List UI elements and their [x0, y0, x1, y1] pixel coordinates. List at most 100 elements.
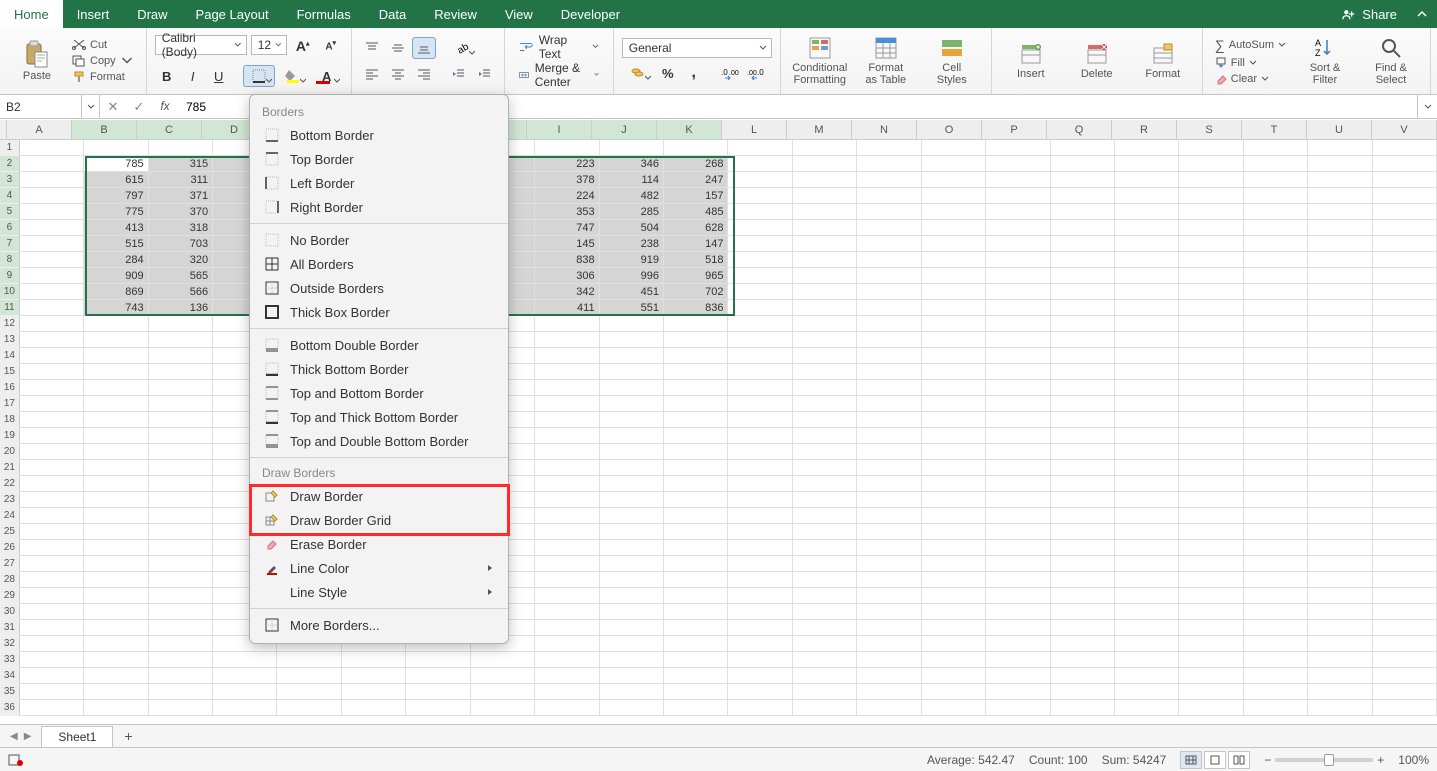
- cell-R34[interactable]: [1115, 668, 1179, 684]
- cell-D36[interactable]: [213, 700, 277, 716]
- cell-L33[interactable]: [728, 652, 792, 668]
- cell-A10[interactable]: [20, 284, 84, 300]
- cell-S27[interactable]: [1179, 556, 1243, 572]
- cell-C34[interactable]: [149, 668, 213, 684]
- find-select-button[interactable]: Find & Select: [1360, 36, 1422, 86]
- cell-U23[interactable]: [1308, 492, 1372, 508]
- cell-N7[interactable]: [857, 236, 921, 252]
- cell-I12[interactable]: [535, 316, 599, 332]
- cell-A27[interactable]: [20, 556, 84, 572]
- cell-G35[interactable]: [406, 684, 470, 700]
- cell-R13[interactable]: [1115, 332, 1179, 348]
- cell-C18[interactable]: [149, 412, 213, 428]
- cell-A2[interactable]: [20, 156, 84, 172]
- cell-N24[interactable]: [857, 508, 921, 524]
- cell-L23[interactable]: [728, 492, 792, 508]
- cell-V14[interactable]: [1373, 348, 1437, 364]
- cell-M30[interactable]: [793, 604, 857, 620]
- cell-L1[interactable]: [728, 140, 792, 156]
- cell-V19[interactable]: [1373, 428, 1437, 444]
- cell-R16[interactable]: [1115, 380, 1179, 396]
- cell-A7[interactable]: [20, 236, 84, 252]
- cell-R28[interactable]: [1115, 572, 1179, 588]
- cell-R25[interactable]: [1115, 524, 1179, 540]
- cell-T10[interactable]: [1244, 284, 1308, 300]
- cell-L13[interactable]: [728, 332, 792, 348]
- cell-M33[interactable]: [793, 652, 857, 668]
- row-header-26[interactable]: 26: [0, 540, 20, 556]
- cell-Q10[interactable]: [1051, 284, 1115, 300]
- cell-Q9[interactable]: [1051, 268, 1115, 284]
- column-header-O[interactable]: O: [917, 120, 982, 139]
- cell-V10[interactable]: [1373, 284, 1437, 300]
- cell-N29[interactable]: [857, 588, 921, 604]
- cell-M27[interactable]: [793, 556, 857, 572]
- cell-K36[interactable]: [664, 700, 728, 716]
- cell-T14[interactable]: [1244, 348, 1308, 364]
- cell-P16[interactable]: [986, 380, 1050, 396]
- cell-C4[interactable]: 371: [149, 188, 213, 204]
- cell-V33[interactable]: [1373, 652, 1437, 668]
- cell-I1[interactable]: [535, 140, 599, 156]
- cell-N13[interactable]: [857, 332, 921, 348]
- cell-Q15[interactable]: [1051, 364, 1115, 380]
- cell-P17[interactable]: [986, 396, 1050, 412]
- cell-J5[interactable]: 285: [600, 204, 664, 220]
- cell-V17[interactable]: [1373, 396, 1437, 412]
- cell-N3[interactable]: [857, 172, 921, 188]
- cell-K34[interactable]: [664, 668, 728, 684]
- cell-P14[interactable]: [986, 348, 1050, 364]
- cell-U33[interactable]: [1308, 652, 1372, 668]
- cell-A4[interactable]: [20, 188, 84, 204]
- cell-H35[interactable]: [471, 684, 535, 700]
- cell-O11[interactable]: [922, 300, 986, 316]
- row-header-36[interactable]: 36: [0, 700, 20, 716]
- cell-P28[interactable]: [986, 572, 1050, 588]
- cell-I10[interactable]: 342: [535, 284, 599, 300]
- cell-B20[interactable]: [84, 444, 148, 460]
- cell-K1[interactable]: [664, 140, 728, 156]
- cell-L30[interactable]: [728, 604, 792, 620]
- cell-S23[interactable]: [1179, 492, 1243, 508]
- cell-N26[interactable]: [857, 540, 921, 556]
- cell-T30[interactable]: [1244, 604, 1308, 620]
- format-as-table-button[interactable]: Format as Table: [855, 36, 917, 86]
- row-header-12[interactable]: 12: [0, 316, 20, 332]
- cell-J34[interactable]: [600, 668, 664, 684]
- cell-B28[interactable]: [84, 572, 148, 588]
- cell-N34[interactable]: [857, 668, 921, 684]
- cell-R4[interactable]: [1115, 188, 1179, 204]
- cell-I7[interactable]: 145: [535, 236, 599, 252]
- cell-L4[interactable]: [728, 188, 792, 204]
- cell-U10[interactable]: [1308, 284, 1372, 300]
- cell-C10[interactable]: 566: [149, 284, 213, 300]
- cell-E35[interactable]: [277, 684, 341, 700]
- cell-P18[interactable]: [986, 412, 1050, 428]
- cell-O4[interactable]: [922, 188, 986, 204]
- column-header-T[interactable]: T: [1242, 120, 1307, 139]
- menu-erase-border[interactable]: Erase Border: [250, 532, 508, 556]
- sheet-nav-next[interactable]: ▶: [24, 731, 32, 742]
- cell-N22[interactable]: [857, 476, 921, 492]
- cell-O28[interactable]: [922, 572, 986, 588]
- menu-top-thick-bottom-border[interactable]: Top and Thick Bottom Border: [250, 405, 508, 429]
- bold-button[interactable]: B: [155, 65, 179, 87]
- cell-B4[interactable]: 797: [84, 188, 148, 204]
- cell-I14[interactable]: [535, 348, 599, 364]
- underline-button[interactable]: U: [207, 65, 231, 87]
- cell-O12[interactable]: [922, 316, 986, 332]
- cell-Q13[interactable]: [1051, 332, 1115, 348]
- cell-V20[interactable]: [1373, 444, 1437, 460]
- cell-V3[interactable]: [1373, 172, 1437, 188]
- cell-J3[interactable]: 114: [600, 172, 664, 188]
- cell-P20[interactable]: [986, 444, 1050, 460]
- cell-C2[interactable]: 315: [149, 156, 213, 172]
- cell-T22[interactable]: [1244, 476, 1308, 492]
- cell-A31[interactable]: [20, 620, 84, 636]
- row-header-7[interactable]: 7: [0, 236, 20, 252]
- view-normal-button[interactable]: [1180, 751, 1202, 769]
- cell-B25[interactable]: [84, 524, 148, 540]
- cell-T31[interactable]: [1244, 620, 1308, 636]
- cell-U26[interactable]: [1308, 540, 1372, 556]
- row-header-35[interactable]: 35: [0, 684, 20, 700]
